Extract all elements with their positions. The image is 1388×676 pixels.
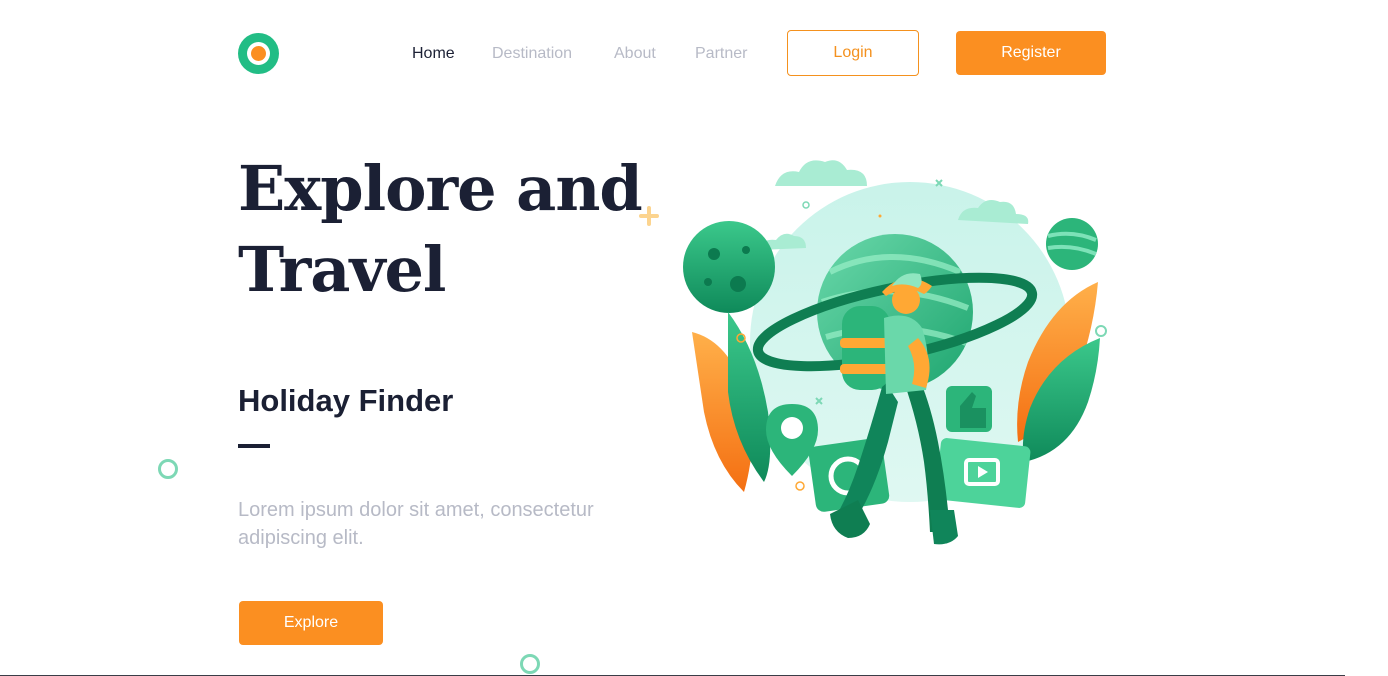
login-button[interactable]: Login bbox=[787, 30, 919, 76]
nav-destination[interactable]: Destination bbox=[492, 43, 572, 65]
hero-description: Lorem ipsum dolor sit amet, consectetur … bbox=[238, 499, 594, 549]
ring-decoration-icon bbox=[158, 459, 178, 479]
landing-page: Home Destination About Partner Login Reg… bbox=[0, 0, 1388, 676]
nav-home[interactable]: Home bbox=[412, 43, 455, 65]
hero-title-line-2: Travel bbox=[238, 233, 446, 306]
nav-about[interactable]: About bbox=[614, 43, 656, 65]
subtitle-divider bbox=[238, 444, 270, 448]
logo-icon[interactable] bbox=[238, 33, 279, 74]
register-button[interactable]: Register bbox=[956, 31, 1106, 75]
hero-title: Explore and Travel bbox=[238, 148, 658, 310]
explore-button[interactable]: Explore bbox=[239, 601, 383, 645]
plus-decoration-icon bbox=[638, 205, 660, 227]
nav-partner[interactable]: Partner bbox=[695, 43, 747, 65]
hero-subtitle: Holiday Finder bbox=[238, 383, 454, 418]
hero-title-line-1: Explore and bbox=[238, 152, 643, 225]
traveler-illustration-icon bbox=[683, 160, 1107, 545]
ring-decoration-icon bbox=[520, 654, 540, 674]
